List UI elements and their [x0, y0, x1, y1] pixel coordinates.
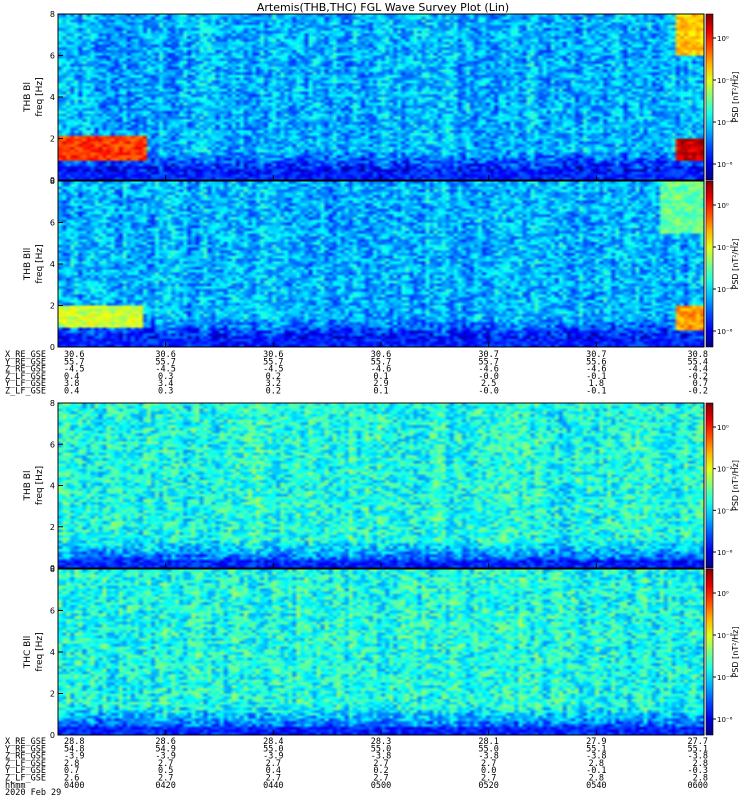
ephem-value: 0.1 — [373, 387, 388, 397]
y-axis-label: freq [Hz] — [35, 632, 45, 671]
y-tick-label: 4 — [50, 648, 55, 657]
ephemeris-table-bottom: X_RE_GSEY_RE_GSEZ_RE_GSEZ_LF_GSEY_LF_GSE… — [5, 737, 708, 798]
ephem-value: 0440 — [263, 781, 283, 791]
y-tick-label: 6 — [50, 440, 55, 449]
colorbar — [705, 402, 714, 569]
ephem-value: 0420 — [155, 781, 175, 791]
colorbar-tick-label: 10⁻⁶ — [717, 549, 733, 557]
colorbar-tick-label: 10⁰ — [717, 35, 729, 43]
colorbar-tick-label: 10⁻⁶ — [717, 328, 733, 336]
colorbar-tick-label: 10⁰ — [717, 424, 729, 432]
y-tick-label: 8 — [50, 565, 55, 574]
y-tick-label: 8 — [50, 177, 55, 186]
figure-title: Artemis(THB,THC) FGL Wave Survey Plot (L… — [257, 1, 509, 14]
y-tick-label: 6 — [50, 607, 55, 616]
panel-label: THB Bl — [23, 471, 33, 502]
colorbar-label: PSD [nT²/Hz] — [731, 460, 740, 511]
y-axis-label: freq [Hz] — [35, 466, 45, 505]
ephemeris-table-top: X_RE_GSEY_RE_GSEZ_RE_GSEZ_LF_GSEY_LF_GSE… — [5, 350, 708, 397]
spectrogram-panel-1: 02468THB Bl freq [Hz]10⁰10⁻²10⁻⁴10⁻⁶PSD [… — [23, 10, 740, 185]
y-tick-label: 2 — [50, 135, 55, 144]
y-tick-label: 0 — [50, 343, 55, 352]
panel-label: THC Bll — [23, 636, 33, 670]
ephem-row-label: 2020 Feb 29 — [5, 788, 61, 798]
y-tick-label: 6 — [50, 219, 55, 228]
ephem-value: -0.0 — [478, 387, 498, 397]
y-tick-label: 4 — [50, 93, 55, 102]
spectrogram-image — [58, 569, 704, 735]
wave-survey-figure: Artemis(THB,THC) FGL Wave Survey Plot (L… — [5, 1, 740, 798]
colorbar-label: PSD [nT²/Hz] — [731, 72, 740, 123]
panel-label: THB Bll — [23, 248, 33, 281]
y-tick-label: 8 — [50, 10, 55, 19]
y-tick-label: 2 — [50, 523, 55, 532]
ephem-value: -0.2 — [688, 387, 708, 397]
colorbar — [705, 568, 714, 736]
ephem-value: -0.1 — [586, 387, 606, 397]
colorbar-tick-label: 10⁻⁶ — [717, 161, 733, 169]
spectrogram-panel-3: 02468THB Bl freq [Hz]10⁰10⁻²10⁻⁴10⁻⁶PSD [… — [23, 399, 740, 573]
colorbar — [705, 13, 714, 181]
y-tick-label: 0 — [50, 731, 55, 740]
y-tick-label: 2 — [50, 690, 55, 699]
colorbar-tick-label: 10⁰ — [717, 590, 729, 598]
y-tick-label: 6 — [50, 52, 55, 61]
y-axis-label: freq [Hz] — [35, 77, 45, 116]
colorbar-label: PSD [nT²/Hz] — [731, 627, 740, 678]
panel-label: THB Bl — [23, 82, 33, 113]
colorbar-tick-label: 10⁰ — [717, 202, 729, 210]
spectrogram-image — [58, 403, 704, 568]
ephem-value: 0600 — [688, 781, 708, 791]
ephem-value: 0400 — [64, 781, 84, 791]
spectrogram-image — [58, 14, 704, 180]
ephem-value: 0500 — [371, 781, 391, 791]
spectrogram-panel-4: 02468THC Bll freq [Hz]10⁰10⁻²10⁻⁴10⁻⁶PSD … — [23, 565, 740, 740]
y-tick-label: 4 — [50, 260, 55, 269]
y-axis-label: freq [Hz] — [35, 244, 45, 283]
y-tick-label: 8 — [50, 399, 55, 408]
spectrogram-panel-2: 02468THB Bll freq [Hz]10⁰10⁻²10⁻⁴10⁻⁶PSD … — [23, 177, 740, 352]
y-tick-label: 4 — [50, 482, 55, 491]
ephem-value: 0520 — [478, 781, 498, 791]
colorbar — [705, 180, 714, 348]
ephem-value: 0.2 — [266, 387, 281, 397]
ephem-value: 0540 — [586, 781, 606, 791]
colorbar-label: PSD [nT²/Hz] — [731, 239, 740, 290]
ephem-row-label: Z_LF_GSE — [5, 387, 46, 397]
colorbar-tick-label: 10⁻⁶ — [717, 716, 733, 724]
y-tick-label: 2 — [50, 302, 55, 311]
spectrogram-image — [58, 181, 704, 347]
ephem-value: 0.3 — [158, 387, 173, 397]
ephem-value: 0.4 — [64, 387, 79, 397]
